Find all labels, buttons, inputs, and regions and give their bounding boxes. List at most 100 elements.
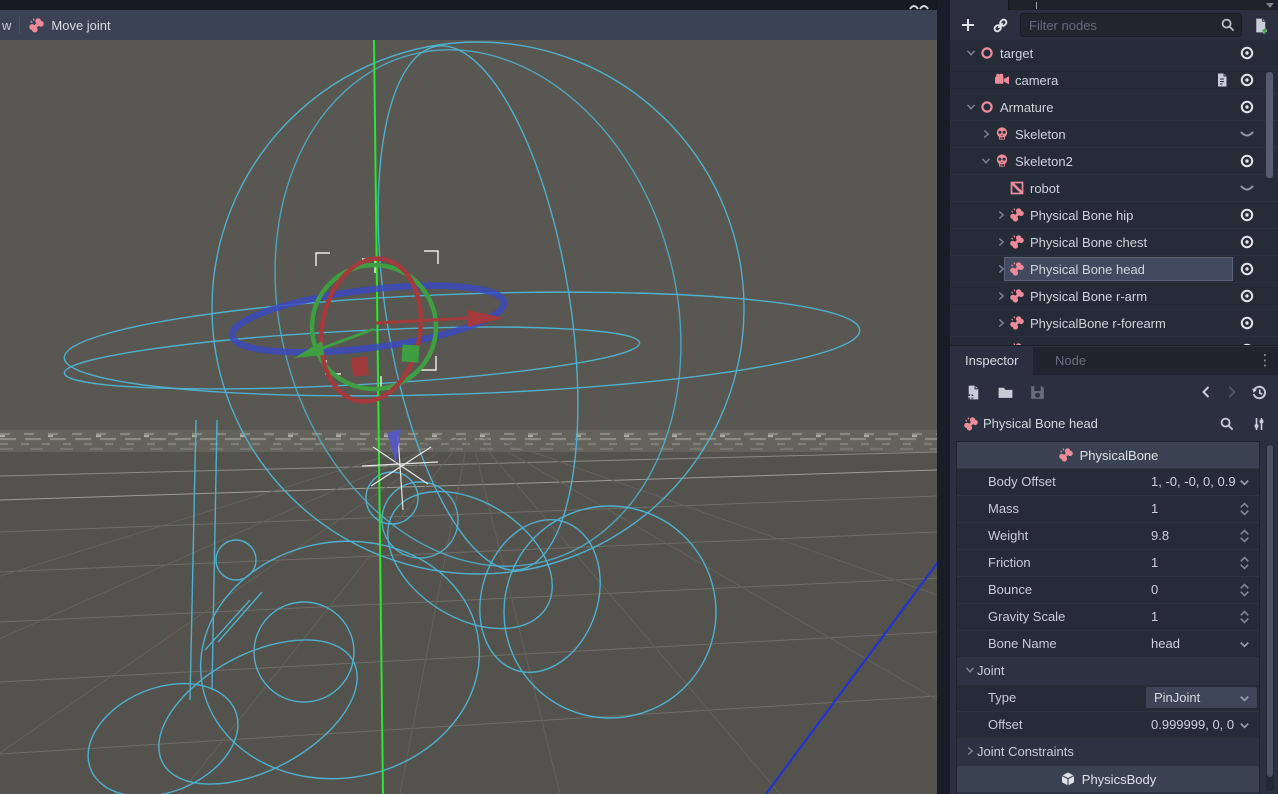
scrollbar-thumb[interactable] [1267,445,1273,777]
group-label: Joint Constraints [977,744,1074,759]
group-joint[interactable]: Joint [957,658,1259,685]
property-value[interactable]: 0 [1151,582,1158,597]
chevron-down-icon[interactable] [964,45,979,61]
visibility-toggle[interactable] [1239,180,1255,196]
object-history-button[interactable] [1247,380,1271,404]
chevron-down-icon[interactable] [1237,717,1253,733]
property-value[interactable]: 1 [1151,555,1158,570]
property-value[interactable]: 1 [1151,501,1158,516]
spinner-icon[interactable] [1237,555,1253,571]
visibility-toggle[interactable] [1239,315,1255,331]
spinner-icon[interactable] [1237,528,1253,544]
spinner-icon[interactable] [1237,582,1253,598]
option-button-type[interactable]: PinJoint [1146,687,1257,708]
category-physicsbody[interactable]: PhysicsBody [957,766,1259,793]
tree-row-physicalbone-l-arm[interactable]: PhysicalBone l-arm [950,337,1278,345]
visibility-toggle[interactable] [1239,261,1255,277]
chevron-right-icon[interactable] [994,207,1009,223]
tree-row-target[interactable]: target [950,40,1278,67]
visibility-toggle[interactable] [1239,126,1255,142]
visibility-toggle[interactable] [1239,342,1255,345]
gizmo-plane-handle-red[interactable] [351,356,369,377]
property-label: Friction [988,555,1031,570]
history-back-button[interactable] [1195,380,1219,404]
inspector-tools-button[interactable] [1247,412,1271,436]
bone-icon [963,416,979,432]
scene-dock-top-strip [950,0,1278,10]
text-caret [1036,2,1037,9]
instance-scene-button[interactable] [988,13,1012,37]
scene-tree-scrollbar[interactable] [1266,72,1273,178]
scene-tree: targetcamera Armature SkeletonSkeleton2 rob… [950,40,1278,345]
load-resource-button[interactable] [993,380,1017,404]
right-dock-panel: targetcamera Armature SkeletonSkeleton2 rob… [950,0,1278,794]
tree-row-skeleton[interactable]: Skeleton [950,121,1278,148]
viewport-3d[interactable] [0,40,937,794]
chevron-right-icon[interactable] [994,234,1009,250]
tree-node-label: PhysicalBone r-forearm [1030,316,1166,331]
visibility-toggle[interactable] [1239,234,1255,250]
property-value[interactable]: 0.999999, 0, 0 [1151,717,1234,732]
ring-icon [979,45,996,61]
chevron-right-icon[interactable] [963,744,977,760]
attach-script-button[interactable] [1248,13,1272,37]
filter-nodes-input[interactable] [1021,18,1220,33]
visibility-toggle[interactable] [1239,99,1255,115]
filter-nodes-field[interactable] [1020,13,1242,37]
gizmo-plane-handle-green[interactable] [401,344,419,362]
add-node-button[interactable] [956,13,980,37]
visibility-toggle[interactable] [1239,45,1255,61]
tree-node-label: robot [1030,181,1060,196]
visibility-toggle[interactable] [1239,153,1255,169]
status-mode-label: Move joint [51,18,110,33]
visibility-toggle[interactable] [1239,72,1255,88]
inspector-toolbar [950,375,1278,409]
inspector-scrollbar[interactable] [1266,445,1274,791]
chevron-right-icon[interactable] [994,342,1009,345]
tree-row-physical-bone-r-arm[interactable]: Physical Bone r-arm [950,283,1278,310]
chevron-down-icon[interactable] [964,99,979,115]
inspector-tab-bar: Inspector Node ⋮ [950,347,1278,375]
group-joint-constraints[interactable]: Joint Constraints [957,739,1259,766]
property-offset: Offset0.999999, 0, 0 [957,712,1259,739]
visibility-toggle[interactable] [1239,207,1255,223]
tree-node-label: Armature [1000,100,1053,115]
tree-row-camera[interactable]: camera [950,67,1278,94]
chevron-down-icon[interactable] [963,663,977,679]
spinner-icon[interactable] [1237,609,1253,625]
tree-row-skeleton2[interactable]: Skeleton2 [950,148,1278,175]
category-physicalbone[interactable]: PhysicalBone [957,442,1259,469]
inspected-object-name: Physical Bone head [983,416,1098,431]
tree-row-physical-bone-head[interactable]: Physical Bone head [950,256,1278,283]
property-value[interactable]: 9.8 [1151,528,1169,543]
tab-inspector[interactable]: Inspector [950,347,1033,375]
inspector-properties: PhysicalBoneBody Offset1, -0, -0, 0, 0.9… [956,441,1260,794]
chevron-down-icon[interactable] [979,153,994,169]
tree-row-robot[interactable]: robot [950,175,1278,202]
chevron-down-icon[interactable] [1237,474,1253,490]
chevron-down-icon[interactable] [1237,636,1253,652]
clipped-menu-text[interactable]: w [0,18,11,33]
property-value[interactable]: head [1151,636,1180,651]
new-resource-button[interactable] [961,380,985,404]
tab-node[interactable]: Node [1040,347,1101,375]
chevron-right-icon[interactable] [994,261,1009,277]
chevron-right-icon[interactable] [994,315,1009,331]
property-value[interactable]: 1 [1151,609,1158,624]
script-icon[interactable] [1214,72,1230,88]
tree-row-physical-bone-hip[interactable]: Physical Bone hip [950,202,1278,229]
property-value[interactable]: 1, -0, -0, 0, 0.9 [1151,474,1236,489]
inspector-dock: Inspector Node ⋮ [950,345,1278,794]
tree-row-physicalbone-r-forearm[interactable]: PhysicalBone r-forearm [950,310,1278,337]
chevron-right-icon[interactable] [979,126,994,142]
history-forward-button[interactable] [1219,380,1243,404]
bone-icon [1009,234,1026,250]
filter-properties-button[interactable] [1215,412,1239,436]
tree-row-armature[interactable]: Armature [950,94,1278,121]
visibility-toggle[interactable] [1239,288,1255,304]
spinner-icon[interactable] [1237,501,1253,517]
chevron-right-icon[interactable] [994,288,1009,304]
tree-row-physical-bone-chest[interactable]: Physical Bone chest [950,229,1278,256]
dock-menu-icon[interactable]: ⋮ [1256,351,1274,371]
save-resource-button[interactable] [1025,380,1049,404]
